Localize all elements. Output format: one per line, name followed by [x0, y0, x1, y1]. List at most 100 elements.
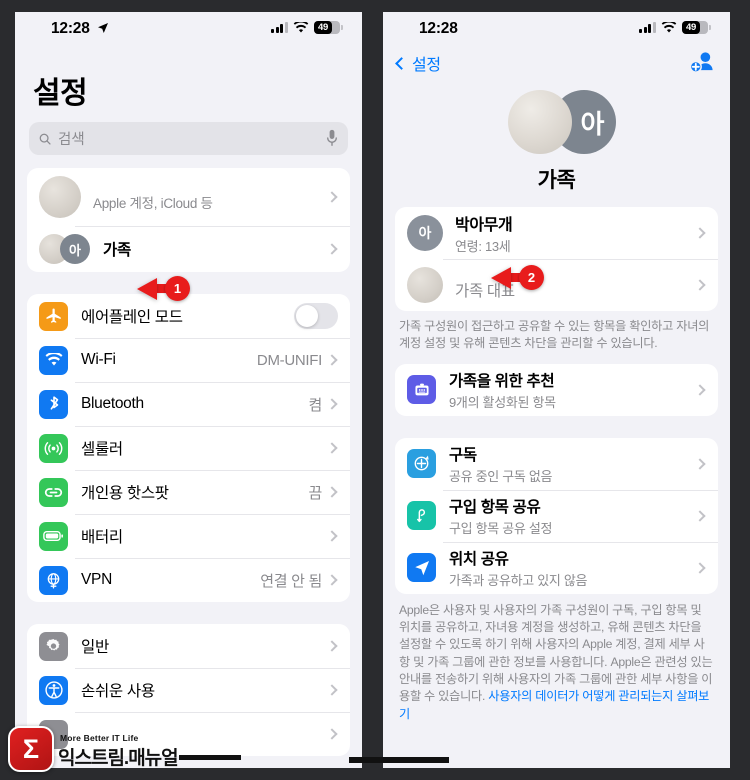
chevron-right-icon: [694, 561, 706, 574]
apple-account-subtitle: Apple 계정, iCloud 등: [93, 196, 213, 211]
cellular-bars-icon: [639, 22, 656, 33]
battery-percent: 49: [686, 22, 696, 33]
chevron-right-icon: [694, 279, 706, 291]
hotspot-link-icon: [39, 477, 68, 507]
sidebar-item-bluetooth[interactable]: Bluetooth 켬: [27, 382, 350, 426]
list-item-member-child[interactable]: 아 박아무개 연령: 13세: [395, 207, 718, 259]
search-placeholder: 검색: [58, 132, 85, 148]
row-title: 위치 공유: [449, 550, 509, 568]
add-person-icon[interactable]: [689, 50, 716, 74]
chevron-right-icon: [326, 398, 338, 410]
microphone-icon[interactable]: [326, 129, 338, 147]
row-subtitle: 가족과 공유하고 있지 않음: [449, 572, 588, 588]
sidebar-item-battery[interactable]: 배터리: [27, 514, 350, 558]
chevron-right-icon: [326, 530, 338, 542]
row-label: 개인용 핫스팟: [81, 485, 169, 502]
page-title: 설정: [33, 77, 88, 110]
chevron-right-icon: [326, 684, 338, 696]
wifi-icon: [293, 21, 309, 33]
list-item-location-sharing[interactable]: 위치 공유 가족과 공유하고 있지 않음: [395, 541, 718, 594]
back-button[interactable]: 설정: [395, 51, 441, 75]
family-recommendations-group: 가족을 위한 추천 9개의 활성화된 항목: [395, 363, 718, 416]
chevron-right-icon: [326, 442, 338, 454]
chevron-right-icon: [694, 383, 706, 396]
family-suggestions-icon: [407, 375, 436, 405]
row-title: 구독: [449, 446, 477, 464]
status-indicators: 49: [639, 21, 711, 34]
family-label: 가족: [103, 242, 131, 259]
family-hero: 아 가족: [383, 80, 730, 194]
hero-avatars: 아: [498, 90, 616, 154]
battery-percent: 49: [318, 22, 328, 33]
list-item-member-organizer[interactable]: 가족 대표: [395, 259, 718, 311]
connectivity-group: 에어플레인 모드 Wi-Fi DM-UNIFI Bluetooth 켬 셀룰러 …: [27, 294, 350, 602]
family-sharing-group: 구독 공유 중인 구독 없음 구입 항목 공유 구입 항목 공유 설정 위치 공…: [395, 437, 718, 594]
row-label: Bluetooth: [81, 395, 144, 412]
sidebar-item-family[interactable]: 아 가족: [27, 226, 350, 272]
cellular-antenna-icon: [39, 433, 68, 463]
battery-icon: [39, 521, 68, 551]
avatar: [39, 176, 81, 218]
sidebar-item-wifi[interactable]: Wi-Fi DM-UNIFI: [27, 338, 350, 382]
wifi-icon: [39, 345, 68, 375]
list-item-purchase-sharing[interactable]: 구입 항목 공유 구입 항목 공유 설정: [395, 489, 718, 542]
sidebar-item-cellular[interactable]: 셀룰러: [27, 426, 350, 470]
chevron-right-icon: [326, 640, 338, 652]
chevron-right-icon: [694, 227, 706, 239]
chevron-right-icon: [326, 574, 338, 586]
chevron-right-icon: [326, 243, 338, 255]
callout-1: 1: [137, 276, 190, 301]
chevron-left-icon: [395, 56, 408, 70]
navigation-bar: 설정: [383, 46, 730, 80]
list-item-subscriptions[interactable]: 구독 공유 중인 구독 없음: [395, 438, 718, 490]
accessibility-icon: [39, 675, 68, 705]
search-input[interactable]: 검색: [29, 122, 348, 155]
list-item-family-recommendations[interactable]: 가족을 위한 추천 9개의 활성화된 항목: [395, 364, 718, 416]
redaction-bar-right: [349, 757, 449, 763]
phone-right-family-screen: 12:28 49 설정 아 가족 아 박아무개 연령: 13세 가족 대표 가족…: [383, 12, 730, 768]
back-label: 설정: [412, 57, 441, 74]
subscriptions-icon: [407, 449, 436, 479]
chevron-right-icon: [326, 728, 338, 740]
members-footnote: 가족 구성원이 접근하고 공유할 수 있는 항목을 확인하고 자녀의 계정 설정…: [399, 319, 710, 351]
callout-arrow-icon: [491, 266, 511, 289]
row-title: 가족을 위한 추천: [449, 372, 555, 390]
sidebar-item-vpn[interactable]: VPN 연결 안 됨: [27, 558, 350, 602]
status-time: 12:28: [419, 20, 458, 37]
sidebar-item-accessibility[interactable]: 손쉬운 사용: [27, 668, 350, 712]
airplane-mode-toggle[interactable]: [294, 303, 338, 329]
avatar: [407, 267, 443, 303]
battery-indicator: 49: [682, 21, 711, 34]
sidebar-item-apple-account[interactable]: Apple 계정, iCloud 등: [27, 168, 350, 226]
callout-badge: 1: [165, 276, 190, 301]
member-name: 박아무개: [455, 217, 513, 234]
row-title: 구입 항목 공유: [449, 498, 541, 516]
row-subtitle: 9개의 활성화된 항목: [449, 394, 556, 410]
chevron-right-icon: [326, 354, 338, 366]
status-time-text: 12:28: [51, 20, 90, 37]
battery-indicator: 49: [314, 21, 343, 34]
row-label: 손쉬운 사용: [81, 683, 155, 700]
vpn-globe-icon: [39, 565, 68, 595]
avatar: 아: [407, 215, 443, 251]
screenshot-stage: 12:28 49 설정 검색 Apple 계정, iCloud 등 아 가족 에…: [0, 0, 750, 780]
page-title: 가족: [537, 169, 576, 192]
row-value: 켬: [308, 396, 322, 414]
watermark-brand: 익스트림.매뉴얼: [58, 743, 241, 770]
row-subtitle: 공유 중인 구독 없음: [449, 468, 553, 484]
row-label: 일반: [81, 639, 109, 656]
watermark-tagline: More Better IT Life: [60, 733, 139, 743]
row-value: 연결 안 됨: [260, 572, 322, 590]
purchase-sharing-icon: [407, 501, 436, 531]
chevron-right-icon: [326, 486, 338, 498]
status-bar-left: 12:28 49: [15, 12, 362, 46]
sidebar-item-general[interactable]: 일반: [27, 624, 350, 668]
chevron-right-icon: [326, 191, 338, 203]
sidebar-item-personal-hotspot[interactable]: 개인용 핫스팟 끔: [27, 470, 350, 514]
family-members-group: 아 박아무개 연령: 13세 가족 대표: [395, 207, 718, 311]
airplane-icon: [39, 301, 68, 331]
row-label: 에어플레인 모드: [81, 309, 183, 326]
member-age: 연령: 13세: [455, 239, 511, 254]
chevron-right-icon: [694, 457, 706, 470]
gear-icon: [39, 631, 68, 661]
